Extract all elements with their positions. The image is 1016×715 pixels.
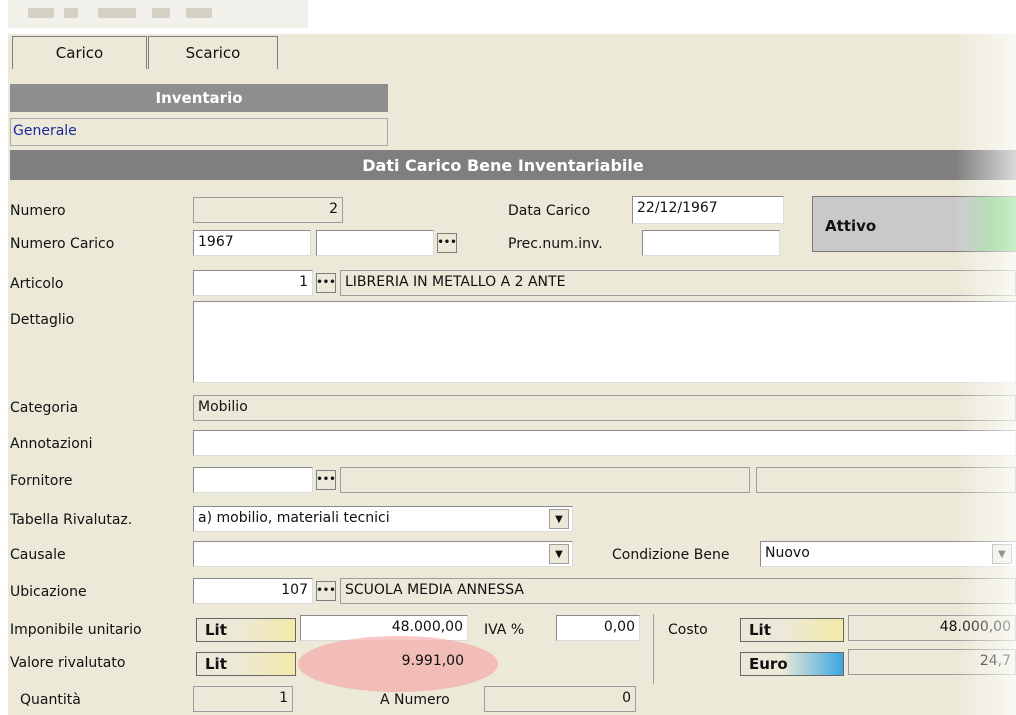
quantita-field: 1 — [193, 686, 293, 712]
a-numero-label: A Numero — [380, 692, 450, 708]
ellipsis-button[interactable]: ••• — [316, 581, 336, 601]
data-carico-input[interactable]: 22/12/1967 — [632, 196, 784, 224]
ellipsis-button[interactable]: ••• — [437, 233, 457, 253]
numero-carico-label: Numero Carico — [10, 236, 115, 252]
fornitore-description — [340, 467, 750, 493]
chevron-down-icon[interactable]: ▼ — [549, 509, 569, 529]
annotazioni-input[interactable] — [193, 430, 1016, 456]
ellipsis-button[interactable]: ••• — [316, 470, 336, 490]
ubicazione-code-input[interactable]: 107 — [193, 578, 313, 604]
tabella-rivalutaz-label: Tabella Rivalutaz. — [10, 512, 133, 528]
dettaglio-label: Dettaglio — [10, 312, 75, 328]
status-label: Attivo — [825, 217, 877, 235]
fornitore-extra — [756, 467, 1016, 493]
currency-lit-button[interactable]: Lit — [196, 652, 296, 676]
chevron-down-icon[interactable]: ▼ — [549, 544, 569, 564]
iva-input[interactable]: 0,00 — [556, 615, 640, 641]
valore-rivalutato-field: 9.991,00 — [401, 653, 464, 669]
chevron-down-icon[interactable]: ▼ — [992, 544, 1012, 564]
euro-field: 24,7 — [848, 649, 1016, 675]
toolbar-icon[interactable] — [28, 8, 54, 18]
divider — [653, 614, 654, 684]
toolbar-icon[interactable] — [152, 8, 170, 18]
status-badge: Attivo — [812, 196, 1016, 252]
costo-label: Costo — [668, 622, 708, 638]
numero-label: Numero — [10, 203, 66, 219]
a-numero-field: 0 — [484, 686, 636, 712]
fornitore-label: Fornitore — [10, 473, 73, 489]
numero-carico-extra-input[interactable] — [316, 230, 434, 256]
condizione-bene-select[interactable]: Nuovo — [760, 541, 1016, 567]
condizione-bene-label: Condizione Bene — [612, 547, 730, 563]
imponibile-label: Imponibile unitario — [10, 622, 142, 638]
status-color-indicator — [963, 197, 1016, 251]
annotazioni-label: Annotazioni — [10, 436, 93, 452]
numero-field: 2 — [193, 197, 343, 223]
generale-label[interactable]: Generale — [10, 118, 388, 146]
prec-num-inv-label: Prec.num.inv. — [508, 236, 603, 252]
tab-label: Scarico — [185, 44, 241, 62]
toolbar-icon[interactable] — [64, 8, 78, 18]
toolbar — [8, 0, 308, 28]
ubicazione-label: Ubicazione — [10, 584, 87, 600]
ellipsis-button[interactable]: ••• — [316, 273, 336, 293]
toolbar-icon[interactable] — [186, 8, 212, 18]
prec-num-inv-input[interactable] — [642, 230, 780, 256]
categoria-label: Categoria — [10, 400, 79, 416]
tab-carico[interactable]: Carico — [12, 36, 147, 69]
data-carico-label: Data Carico — [508, 203, 591, 219]
section-dati: Dati Carico Bene Inventariabile — [10, 150, 1016, 180]
articolo-description: LIBRERIA IN METALLO A 2 ANTE — [340, 270, 1016, 296]
tab-scarico[interactable]: Scarico — [148, 36, 278, 69]
categoria-field: Mobilio — [193, 395, 1016, 421]
articolo-label: Articolo — [10, 276, 64, 292]
fornitore-code-input[interactable] — [193, 467, 313, 493]
numero-carico-input[interactable]: 1967 — [193, 230, 311, 256]
section-title: Dati Carico Bene Inventariabile — [362, 155, 644, 175]
section-title: Inventario — [155, 89, 243, 107]
tab-label: Carico — [55, 44, 104, 62]
quantita-label: Quantità — [20, 692, 81, 708]
tabella-rivalutaz-select[interactable]: a) mobilio, materiali tecnici — [193, 506, 573, 532]
ubicazione-description: SCUOLA MEDIA ANNESSA — [340, 578, 1016, 604]
costo-field: 48.000,00 — [848, 615, 1016, 641]
currency-lit-button[interactable]: Lit — [740, 618, 844, 642]
valore-rivalutato-label: Valore rivalutato — [10, 655, 126, 671]
iva-label: IVA % — [484, 622, 525, 638]
currency-lit-button[interactable]: Lit — [196, 618, 296, 642]
articolo-code-input[interactable]: 1 — [193, 270, 313, 296]
select-value: a) mobilio, materiali tecnici — [198, 510, 390, 526]
toolbar-icon[interactable] — [98, 8, 136, 18]
section-inventario: Inventario — [10, 84, 388, 112]
dettaglio-textarea[interactable] — [193, 301, 1016, 383]
currency-euro-button[interactable]: Euro — [740, 652, 844, 676]
causale-label: Causale — [10, 547, 66, 563]
causale-select[interactable] — [193, 541, 573, 567]
select-value: Nuovo — [765, 545, 810, 561]
